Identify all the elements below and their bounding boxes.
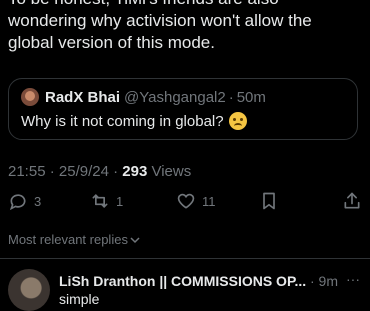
quoted-author-handle[interactable]: @Yashgangal2 [124, 89, 226, 106]
share-icon [344, 192, 360, 209]
separator-dot: · [113, 163, 119, 180]
quoted-tweet-header: RadX Bhai @Yashgangal2 · 50m [21, 88, 266, 106]
tweet-meta: 21:55 · 25/9/24 · 293 Views [8, 163, 191, 180]
quoted-tweet-time: 50m [236, 88, 266, 106]
tweet-time[interactable]: 21:55 [8, 163, 46, 180]
views-label: Views [151, 163, 192, 180]
reply-button[interactable]: 3 [8, 191, 41, 211]
replies-sort-label: Most relevant replies [8, 232, 128, 247]
more-options-icon[interactable]: ··· [346, 271, 360, 287]
quoted-tweet-text-row: Why is it not coming in global? [21, 112, 247, 130]
reply-icon [9, 194, 26, 211]
reply-count: 3 [34, 193, 42, 209]
repost-count: 1 [116, 193, 124, 209]
tweet-actions-bar: 3 1 11 [8, 191, 362, 215]
like-count: 11 [202, 193, 216, 209]
tweet-date[interactable]: 25/9/24 [59, 163, 109, 180]
quoted-tweet-card[interactable]: RadX Bhai @Yashgangal2 · 50m Why is it n… [8, 78, 358, 140]
bookmark-icon [263, 192, 275, 210]
heart-icon [177, 193, 195, 209]
repost-icon [92, 194, 108, 208]
quoted-author-avatar[interactable] [21, 88, 39, 106]
reply-time: · 9m [310, 273, 338, 289]
separator-dot: · [49, 163, 55, 180]
bookmark-button[interactable] [259, 191, 279, 211]
separator-dot: · [228, 88, 234, 106]
views-count: 293 [122, 163, 148, 180]
chevron-down-icon [130, 236, 140, 243]
tweet-text: To be honest, TiMi's friends are also wo… [8, 0, 312, 52]
reply-item[interactable]: LiSh Dranthon || COMMISSIONS OP... · 9m … [0, 259, 370, 311]
quoted-author-name[interactable]: RadX Bhai [45, 89, 120, 106]
crying-face-emoji-icon [228, 112, 247, 130]
reply-author-name[interactable]: LiSh Dranthon || COMMISSIONS OP... [59, 273, 306, 289]
like-button[interactable]: 11 [176, 191, 216, 211]
repost-button[interactable]: 1 [90, 191, 123, 211]
quoted-tweet-text: Why is it not coming in global? [21, 112, 224, 130]
replies-sort-dropdown[interactable]: Most relevant replies [8, 232, 140, 247]
share-button[interactable] [342, 191, 362, 211]
